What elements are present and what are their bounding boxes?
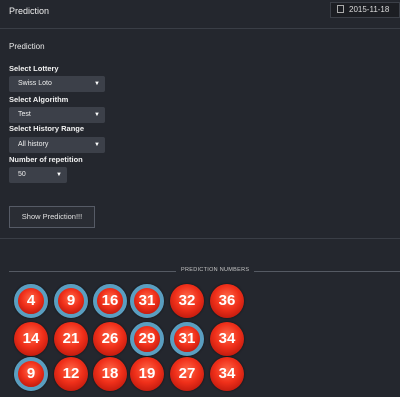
lottery-select[interactable]: Swiss Loto ▼ [9, 76, 105, 92]
algorithm-label: Select Algorithm [9, 95, 69, 104]
top-bar: Prediction 2015-11-18 [0, 0, 400, 29]
prediction-ball: 26 [93, 322, 127, 356]
history-select[interactable]: All history ▼ [9, 137, 105, 153]
chevron-down-icon: ▼ [94, 142, 100, 148]
repetition-label: Number of repetition [9, 155, 83, 164]
page-title: Prediction [9, 6, 50, 16]
prediction-ball: 34 [210, 322, 244, 356]
prediction-ball: 19 [130, 357, 164, 391]
prediction-ball: 34 [210, 357, 244, 391]
history-select-value: All history [18, 141, 49, 148]
history-label: Select History Range [9, 124, 85, 133]
repetition-select[interactable]: 50 ▼ [9, 167, 67, 183]
prediction-ball: 9 [14, 357, 48, 391]
algorithm-select[interactable]: Test ▼ [9, 107, 105, 123]
prediction-ball: 12 [54, 357, 88, 391]
prediction-ball: 18 [93, 357, 127, 391]
algorithm-select-value: Test [18, 111, 31, 118]
prediction-ball: 31 [130, 284, 164, 318]
chevron-down-icon: ▼ [94, 81, 100, 87]
prediction-ball: 21 [54, 322, 88, 356]
show-prediction-button[interactable]: Show Prediction!!! [9, 206, 95, 228]
prediction-ball: 4 [14, 284, 48, 318]
prediction-ball: 27 [170, 357, 204, 391]
date-value: 2015-11-18 [349, 5, 390, 14]
repetition-select-value: 50 [18, 171, 26, 178]
lottery-label: Select Lottery [9, 64, 59, 73]
prediction-ball: 29 [130, 322, 164, 356]
lottery-select-value: Swiss Loto [18, 80, 52, 87]
section-title: Prediction [9, 42, 45, 51]
chevron-down-icon: ▼ [56, 172, 62, 178]
prediction-title: PREDICTION NUMBERS [176, 267, 255, 273]
calendar-icon [337, 5, 344, 13]
prediction-ball: 9 [54, 284, 88, 318]
prediction-ball: 16 [93, 284, 127, 318]
prediction-ball: 14 [14, 322, 48, 356]
chevron-down-icon: ▼ [94, 112, 100, 118]
prediction-ball: 36 [210, 284, 244, 318]
prediction-ball: 31 [170, 322, 204, 356]
prediction-ball: 32 [170, 284, 204, 318]
divider [0, 238, 400, 239]
date-picker[interactable]: 2015-11-18 [330, 2, 400, 18]
